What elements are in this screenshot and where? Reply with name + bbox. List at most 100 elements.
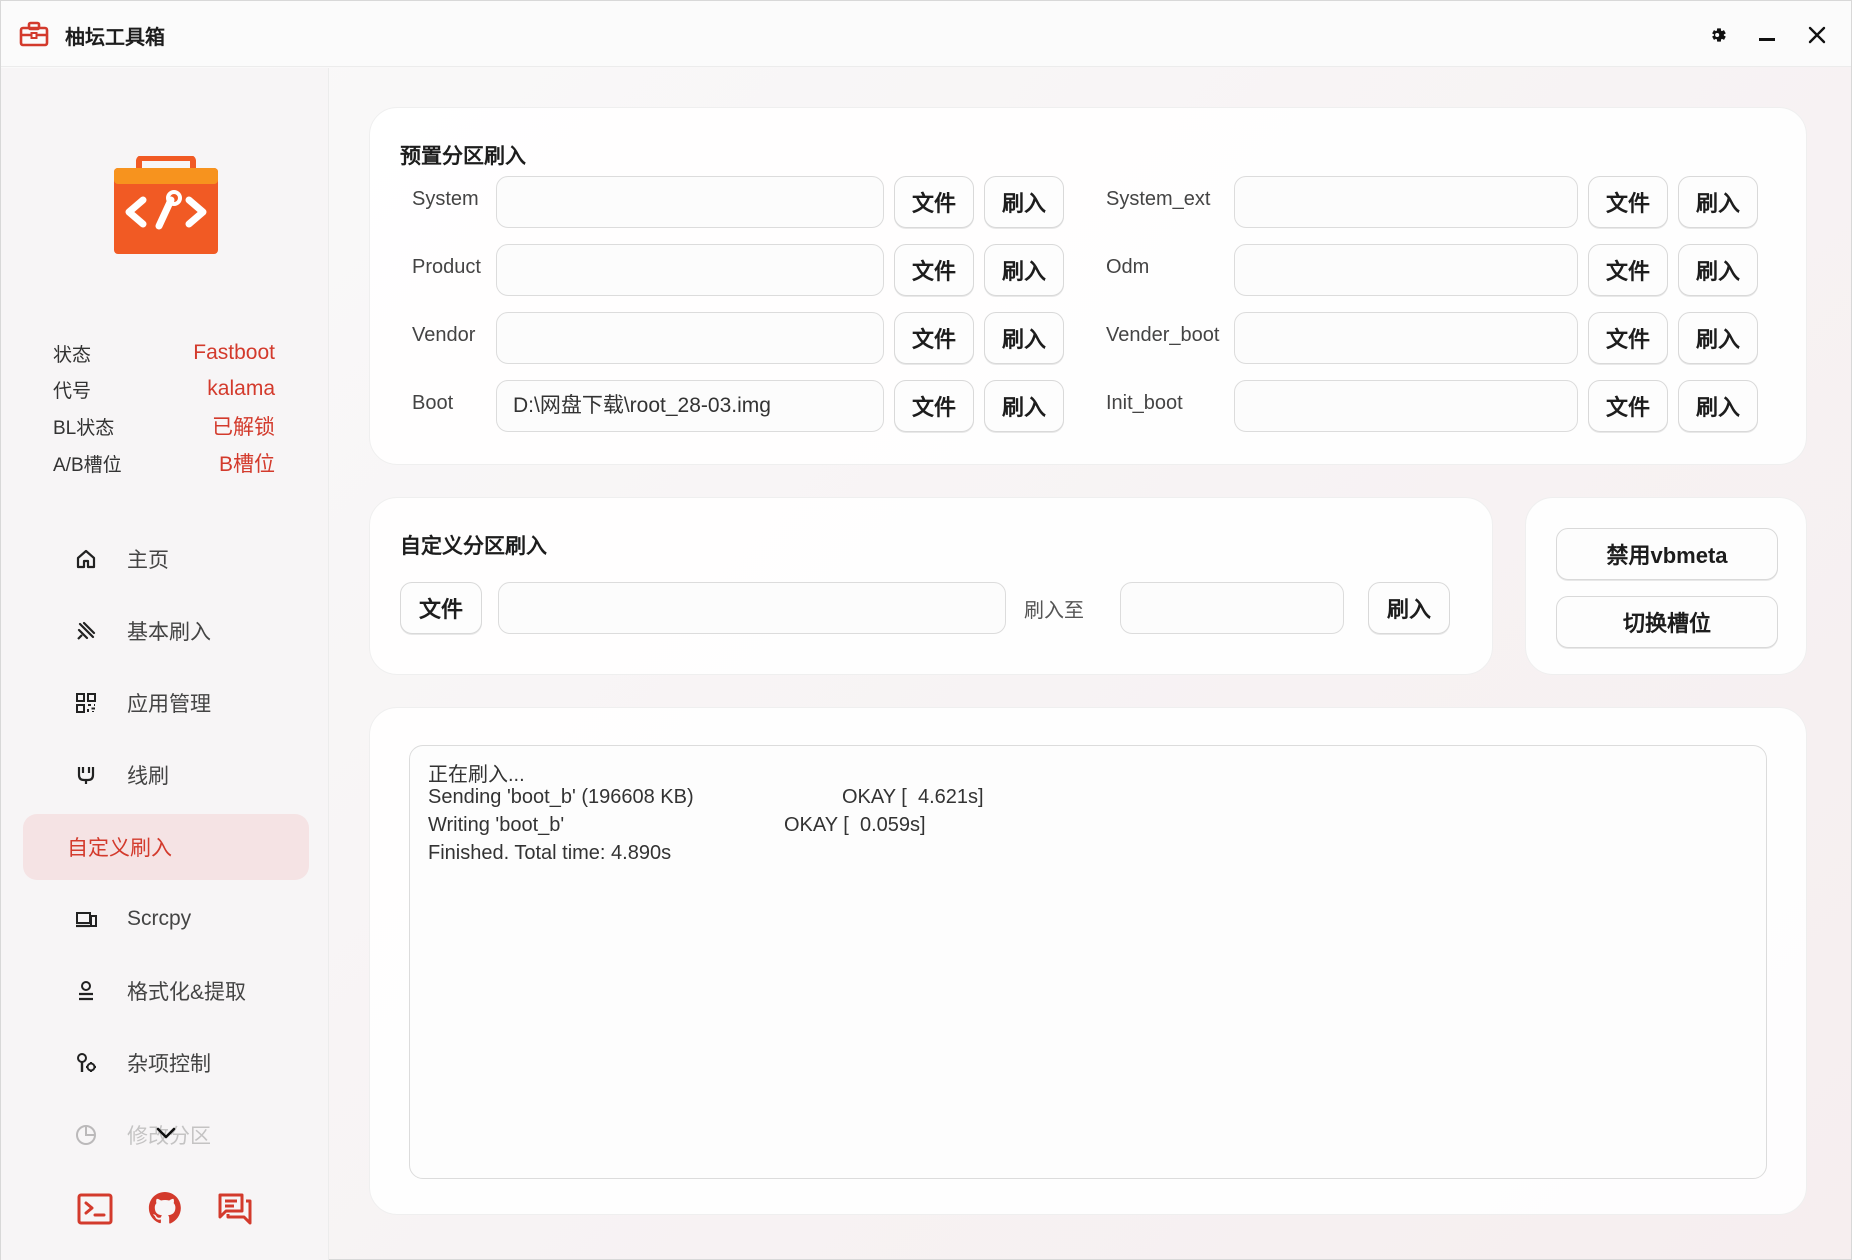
status-value: kalama bbox=[207, 377, 275, 400]
pie-icon bbox=[76, 1125, 96, 1145]
person-icon bbox=[79, 981, 93, 1001]
sidebar-item-line-flash[interactable]: 线刷 bbox=[23, 742, 309, 808]
custom-partition-input[interactable] bbox=[1120, 582, 1344, 634]
status-row-bl: BL状态 已解锁 bbox=[53, 410, 275, 442]
file-button-odm[interactable]: 文件 bbox=[1588, 244, 1668, 296]
status-value: Fastboot bbox=[193, 341, 275, 364]
partition-label-vender-boot: Vender_boot bbox=[1106, 324, 1220, 346]
partition-label-system-ext: System_ext bbox=[1106, 188, 1211, 210]
apps-icon bbox=[76, 693, 96, 713]
app-window: 柚坛工具箱 状态 Fastboot 代号 kalama BL状态 已解锁 A/B… bbox=[0, 0, 1852, 1260]
sidebar-item-label: 杂项控制 bbox=[127, 1053, 211, 1076]
flash-button-odm[interactable]: 刷入 bbox=[1678, 244, 1758, 296]
flash-button-vendor[interactable]: 刷入 bbox=[984, 312, 1064, 364]
cable-icon bbox=[77, 767, 95, 784]
partition-path-product[interactable] bbox=[496, 244, 884, 296]
status-label: 代号 bbox=[53, 380, 92, 402]
file-button-product[interactable]: 文件 bbox=[894, 244, 974, 296]
log-line-status: OKAY [ 0.059s] bbox=[784, 814, 926, 836]
partition-label-vendor: Vendor bbox=[412, 324, 476, 346]
sidebar-item-format-extract[interactable]: 格式化&提取 bbox=[23, 958, 309, 1024]
flash-to-label: 刷入至 bbox=[1024, 600, 1084, 622]
preset-title: 预置分区刷入 bbox=[400, 145, 526, 168]
flash-button-product[interactable]: 刷入 bbox=[984, 244, 1064, 296]
file-button-system-ext[interactable]: 文件 bbox=[1588, 176, 1668, 228]
title-bar: 柚坛工具箱 bbox=[1, 1, 1851, 67]
flash-icon bbox=[77, 621, 96, 640]
sidebar-item-scrcpy[interactable]: Scrcpy bbox=[23, 886, 309, 952]
flash-button-boot[interactable]: 刷入 bbox=[984, 380, 1064, 432]
sidebar-item-home[interactable]: 主页 bbox=[23, 526, 309, 592]
custom-flash-button[interactable]: 刷入 bbox=[1368, 582, 1450, 634]
partition-path-init-boot[interactable] bbox=[1234, 380, 1578, 432]
status-value: B槽位 bbox=[218, 453, 275, 476]
home-icon bbox=[76, 549, 96, 569]
partition-label-product: Product bbox=[412, 256, 481, 278]
gear-icon bbox=[1712, 28, 1726, 42]
status-row-mode: 状态 Fastboot bbox=[53, 337, 275, 369]
partition-path-vender-boot[interactable] bbox=[1234, 312, 1578, 364]
sidebar-item-label: 应用管理 bbox=[127, 693, 211, 716]
close-icon bbox=[1808, 26, 1826, 44]
wrench-gear-icon bbox=[77, 1053, 96, 1072]
partition-label-odm: Odm bbox=[1106, 256, 1150, 278]
sidebar-item-label: 格式化&提取 bbox=[127, 981, 247, 1004]
status-row-codename: 代号 kalama bbox=[53, 373, 275, 405]
actions-card: 禁用vbmeta 切换槽位 bbox=[1525, 497, 1807, 675]
status-label: A/B槽位 bbox=[53, 454, 122, 476]
sidebar-item-apps[interactable]: 应用管理 bbox=[23, 670, 309, 736]
partition-label-system: System bbox=[412, 188, 479, 210]
terminal-icon[interactable] bbox=[77, 1192, 113, 1226]
devices-icon bbox=[76, 912, 97, 928]
partition-path-vendor[interactable] bbox=[496, 312, 884, 364]
sidebar-item-label: 线刷 bbox=[127, 765, 169, 788]
custom-title: 自定义分区刷入 bbox=[400, 535, 547, 558]
sidebar: 状态 Fastboot 代号 kalama BL状态 已解锁 A/B槽位 B槽位… bbox=[1, 68, 329, 1260]
file-button-system[interactable]: 文件 bbox=[894, 176, 974, 228]
preset-partition-card: 预置分区刷入 System 文件 刷入 Product 文件 刷入 Vendor… bbox=[369, 107, 1807, 465]
toolbox-logo-icon bbox=[114, 156, 218, 254]
disable-vbmeta-button[interactable]: 禁用vbmeta bbox=[1556, 528, 1778, 580]
partition-path-odm[interactable] bbox=[1234, 244, 1578, 296]
sidebar-item-label: Scrcpy bbox=[127, 907, 192, 930]
partition-path-system[interactable] bbox=[496, 176, 884, 228]
status-label: 状态 bbox=[53, 344, 92, 366]
file-button-init-boot[interactable]: 文件 bbox=[1588, 380, 1668, 432]
sidebar-item-custom-flash[interactable]: 自定义刷入 bbox=[23, 814, 309, 880]
settings-button[interactable] bbox=[1699, 15, 1739, 55]
sidebar-item-basic-flash[interactable]: 基本刷入 bbox=[23, 598, 309, 664]
github-icon[interactable] bbox=[147, 1192, 183, 1226]
log-line: Sending 'boot_b' (196608 KB) bbox=[428, 786, 694, 808]
file-button-vender-boot[interactable]: 文件 bbox=[1588, 312, 1668, 364]
toolbox-icon bbox=[19, 21, 49, 47]
custom-file-button[interactable]: 文件 bbox=[400, 582, 482, 634]
flash-button-init-boot[interactable]: 刷入 bbox=[1678, 380, 1758, 432]
log-line-status: OKAY [ 4.621s] bbox=[842, 786, 984, 808]
flash-button-vender-boot[interactable]: 刷入 bbox=[1678, 312, 1758, 364]
status-value: 已解锁 bbox=[212, 416, 275, 439]
flash-button-system-ext[interactable]: 刷入 bbox=[1678, 176, 1758, 228]
feedback-icon[interactable] bbox=[217, 1192, 253, 1226]
partition-label-init-boot: Init_boot bbox=[1106, 392, 1183, 414]
status-row-slot: A/B槽位 B槽位 bbox=[53, 447, 275, 479]
partition-label-boot: Boot bbox=[412, 392, 454, 414]
partition-path-system-ext[interactable] bbox=[1234, 176, 1578, 228]
sidebar-item-label: 基本刷入 bbox=[127, 621, 211, 644]
flash-button-system[interactable]: 刷入 bbox=[984, 176, 1064, 228]
switch-slot-button[interactable]: 切换槽位 bbox=[1556, 596, 1778, 648]
custom-partition-card: 自定义分区刷入 文件 刷入至 刷入 bbox=[369, 497, 1493, 675]
file-button-vendor[interactable]: 文件 bbox=[894, 312, 974, 364]
partition-path-boot[interactable]: D:\网盘下载\root_28-03.img bbox=[496, 380, 884, 432]
minimize-button[interactable] bbox=[1747, 15, 1787, 55]
status-label: BL状态 bbox=[53, 417, 115, 439]
file-button-boot[interactable]: 文件 bbox=[894, 380, 974, 432]
sidebar-item-misc-control[interactable]: 杂项控制 bbox=[23, 1030, 309, 1096]
log-output[interactable]: 正在刷入... Sending 'boot_b' (196608 KB) OKA… bbox=[409, 745, 1767, 1179]
close-button[interactable] bbox=[1797, 15, 1837, 55]
log-line: Finished. Total time: 4.890s bbox=[428, 842, 672, 864]
custom-file-path[interactable] bbox=[498, 582, 1006, 634]
sidebar-item-label: 主页 bbox=[127, 549, 169, 572]
chevron-down-icon[interactable] bbox=[155, 1126, 177, 1140]
minimize-icon bbox=[1759, 38, 1775, 41]
sidebar-item-label: 自定义刷入 bbox=[67, 837, 172, 860]
